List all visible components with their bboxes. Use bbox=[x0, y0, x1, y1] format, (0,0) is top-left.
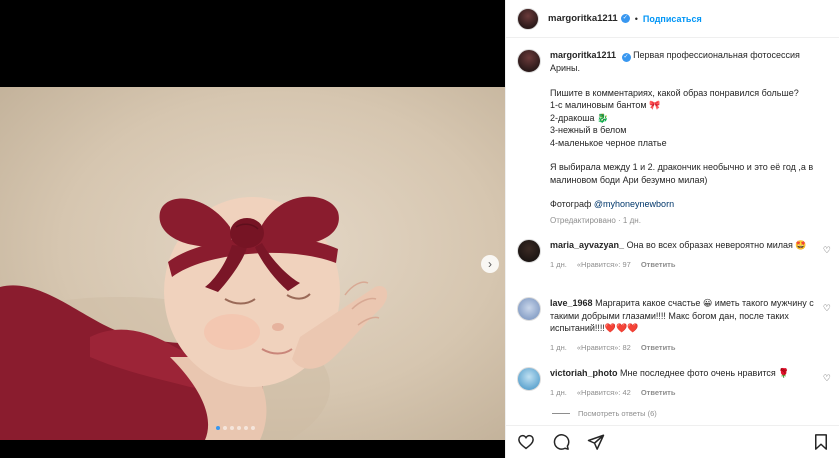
comment-text: Мне последнее фото очень нравится 🌹 bbox=[620, 368, 790, 378]
caption-author-avatar[interactable] bbox=[517, 49, 541, 73]
next-photo-button[interactable]: › bbox=[481, 255, 499, 273]
comment-item: victoriah_photo Мне последнее фото очень… bbox=[517, 367, 837, 399]
post-panel: margoritka1211 ✓ • Подписаться margoritk… bbox=[505, 0, 839, 458]
commenter-username[interactable]: lave_1968 bbox=[550, 298, 593, 308]
comment-item: lave_1968 Маргарита какое счастье 😀 имет… bbox=[517, 297, 837, 354]
post-actions-bar bbox=[506, 425, 839, 458]
carousel-dot bbox=[216, 426, 220, 430]
reply-button[interactable]: Ответить bbox=[641, 387, 676, 400]
comment-meta: 1 дн. «Нравится»: 97 Ответить bbox=[550, 259, 815, 272]
bookmark-save-icon[interactable] bbox=[812, 433, 830, 451]
share-send-icon[interactable] bbox=[587, 433, 605, 451]
newborn-photo-illustration bbox=[0, 196, 388, 440]
caption-choice: Я выбирала между 1 и 2. дракончик необыч… bbox=[550, 162, 814, 185]
caption-question: Пишите в комментариях, какой образ понра… bbox=[550, 87, 799, 98]
commenter-username[interactable]: maria_ayvazyan_ bbox=[550, 240, 624, 250]
comment-likes[interactable]: «Нравится»: 42 bbox=[577, 387, 631, 400]
caption-option-4: 4-маленькое черное платье bbox=[550, 137, 667, 148]
comment-bubble-icon[interactable] bbox=[552, 433, 570, 451]
comment-item: maria_ayvazyan_ Она во всех образах неве… bbox=[517, 239, 837, 271]
carousel-indicator bbox=[216, 426, 255, 430]
view-replies-label: Посмотреть ответы (6) bbox=[578, 409, 657, 418]
commenter-avatar[interactable] bbox=[517, 367, 541, 391]
caption-option-2: 2-дракоша 🐉 bbox=[550, 112, 609, 123]
carousel-dot bbox=[230, 426, 234, 430]
comment-time: 1 дн. bbox=[550, 259, 567, 269]
comment-text: Она во всех образах невероятно милая 🤩 bbox=[626, 240, 807, 250]
like-heart-icon[interactable] bbox=[517, 433, 535, 451]
view-replies-button[interactable]: Посмотреть ответы (6) bbox=[552, 409, 657, 418]
comment-like-heart-icon[interactable]: ♡ bbox=[823, 303, 831, 314]
comment-time: 1 дн. bbox=[550, 387, 567, 397]
caption-photographer-label: Фотограф bbox=[550, 199, 592, 209]
author-avatar[interactable] bbox=[517, 7, 539, 30]
commenter-username[interactable]: victoriah_photo bbox=[550, 368, 618, 378]
comment-time: 1 дн. bbox=[550, 342, 567, 352]
carousel-dot bbox=[223, 426, 227, 430]
carousel-dot bbox=[244, 426, 248, 430]
comment-likes[interactable]: «Нравится»: 82 bbox=[577, 342, 631, 355]
caption-edited-meta: Отредактировано · 1 дн. bbox=[550, 215, 641, 225]
commenter-avatar[interactable] bbox=[517, 297, 541, 321]
verified-badge-icon: ✓ bbox=[621, 53, 631, 62]
chevron-right-icon: › bbox=[488, 257, 492, 271]
verified-badge-icon: ✓ bbox=[620, 14, 630, 23]
comment-likes[interactable]: «Нравится»: 97 bbox=[577, 259, 631, 272]
comment-like-heart-icon[interactable]: ♡ bbox=[823, 245, 831, 256]
caption-option-3: 3-нежный в белом bbox=[550, 125, 627, 135]
reply-button[interactable]: Ответить bbox=[641, 342, 676, 355]
caption-option-1: 1-с малиновым бантом 🎀 bbox=[550, 100, 661, 110]
photographer-link[interactable]: @myhoneynewborn bbox=[594, 199, 674, 209]
commenter-avatar[interactable] bbox=[517, 239, 541, 263]
header-separator: • bbox=[634, 13, 638, 24]
post-media: › bbox=[0, 0, 505, 458]
follow-button[interactable]: Подписаться bbox=[643, 14, 702, 24]
replies-divider bbox=[552, 413, 570, 414]
post-caption: margoritka1211 ✓ Первая профессиональная… bbox=[517, 49, 827, 227]
caption-author-username[interactable]: margoritka1211 bbox=[550, 50, 616, 60]
carousel-dot bbox=[251, 426, 255, 430]
post-viewer: › margoritka1211 ✓ • Подписаться margori… bbox=[0, 0, 839, 458]
carousel-dot bbox=[237, 426, 241, 430]
post-photo[interactable] bbox=[0, 87, 505, 440]
post-header: margoritka1211 ✓ • Подписаться bbox=[506, 0, 839, 38]
author-username[interactable]: margoritka1211 bbox=[548, 13, 618, 24]
comment-meta: 1 дн. «Нравится»: 82 Ответить bbox=[550, 342, 815, 355]
comment-meta: 1 дн. «Нравится»: 42 Ответить bbox=[550, 387, 815, 400]
comment-like-heart-icon[interactable]: ♡ bbox=[823, 373, 831, 384]
reply-button[interactable]: Ответить bbox=[641, 259, 676, 272]
